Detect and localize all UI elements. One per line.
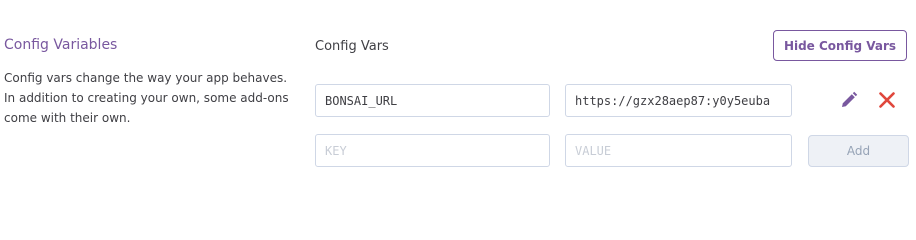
section-title: Config Variables [4,37,118,53]
config-vars-title: Config Vars [315,39,389,54]
section-description: Config vars change the way your app beha… [4,71,289,125]
add-config-var-button[interactable]: Add [808,135,909,167]
new-value-input[interactable] [565,134,792,167]
close-icon[interactable] [877,90,897,110]
config-var-key-input[interactable] [315,84,550,117]
hide-config-vars-button[interactable]: Hide Config Vars [773,30,907,61]
config-var-value-input[interactable] [565,84,792,117]
new-key-input[interactable] [315,134,550,167]
pencil-icon[interactable] [839,90,859,110]
